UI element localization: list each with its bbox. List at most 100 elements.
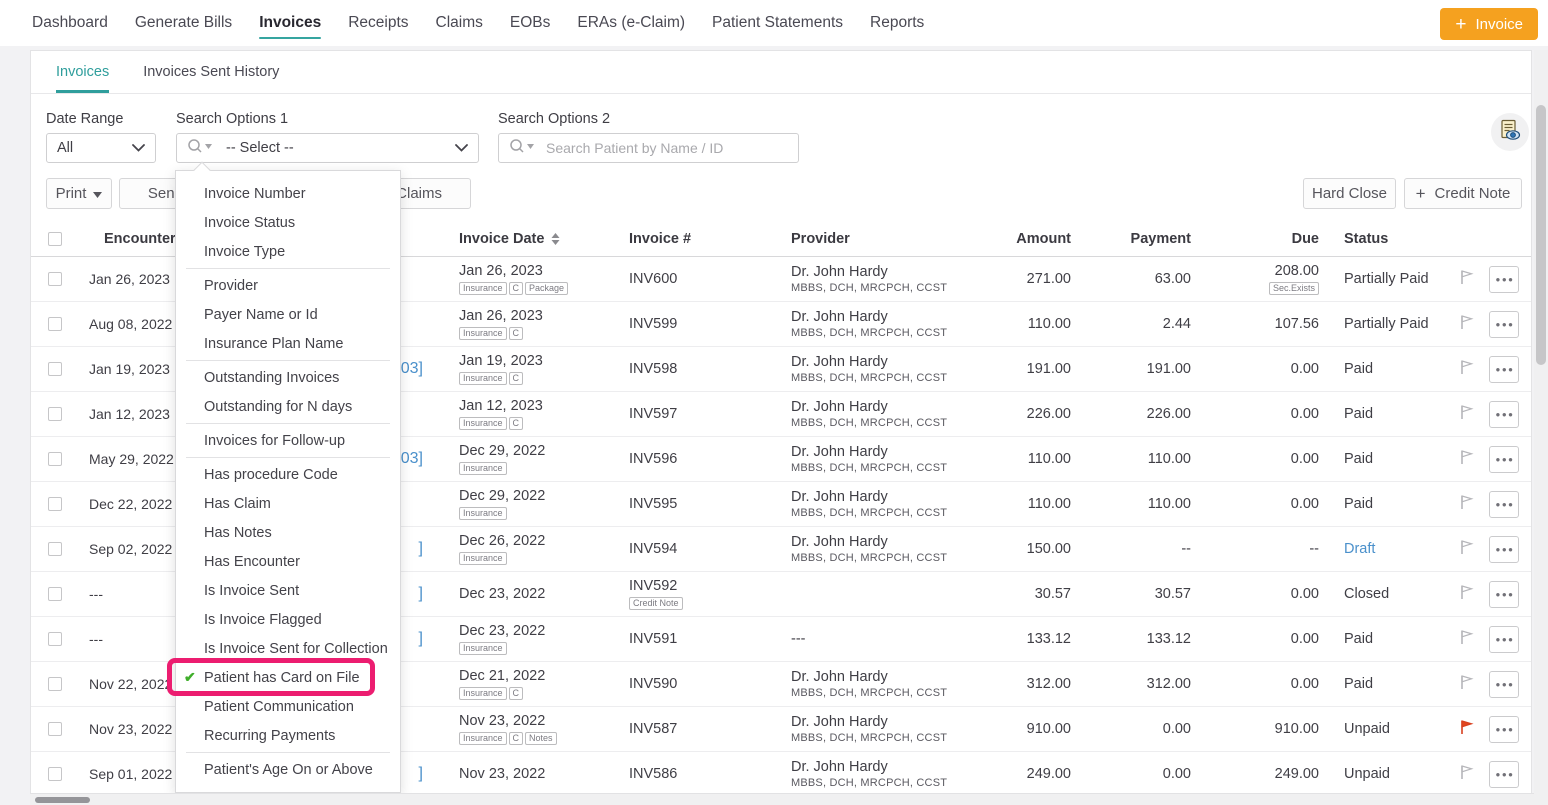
row-checkbox[interactable] — [48, 767, 62, 781]
dropdown-item-label: Has procedure Code — [204, 467, 338, 483]
row-checkbox[interactable] — [48, 317, 62, 331]
header-invoice-date[interactable]: Invoice Date — [429, 231, 599, 247]
row-checkbox[interactable] — [48, 362, 62, 376]
dropdown-item-has-claim[interactable]: Has Claim — [176, 489, 400, 518]
dropdown-item-has-notes[interactable]: Has Notes — [176, 518, 400, 547]
header-invoice-date-label: Invoice Date — [459, 231, 544, 247]
dropdown-item-provider[interactable]: Provider — [176, 271, 400, 300]
flag-icon[interactable] — [1459, 404, 1474, 420]
header-amount[interactable]: Amount — [1011, 231, 1071, 247]
nav-item-eobs[interactable]: EOBs — [510, 0, 550, 46]
dropdown-item-invoice-type[interactable]: Invoice Type — [176, 237, 400, 266]
flag-icon[interactable] — [1459, 494, 1474, 510]
row-actions-button[interactable]: ●●● — [1489, 446, 1519, 473]
document-eye-icon — [1498, 119, 1522, 146]
dropdown-item-outstanding-invoices[interactable]: Outstanding Invoices — [176, 363, 400, 392]
search-options-1-select[interactable]: -- Select -- — [176, 133, 479, 163]
header-due[interactable]: Due — [1191, 231, 1319, 247]
nav-item-dashboard[interactable]: Dashboard — [32, 0, 108, 46]
tab-invoices[interactable]: Invoices — [56, 51, 109, 93]
patient-link[interactable]: ] — [419, 585, 423, 602]
row-checkbox[interactable] — [48, 632, 62, 646]
flag-icon[interactable] — [1459, 269, 1474, 285]
dropdown-item-invoices-for-follow-up[interactable]: Invoices for Follow-up — [176, 426, 400, 455]
flag-icon[interactable] — [1459, 674, 1474, 690]
sort-icon[interactable] — [551, 232, 560, 246]
dropdown-item-insurance-plan-name[interactable]: Insurance Plan Name — [176, 329, 400, 358]
patient-search-input[interactable] — [536, 140, 788, 156]
flag-icon[interactable] — [1459, 539, 1474, 555]
dropdown-item-is-invoice-sent[interactable]: Is Invoice Sent — [176, 576, 400, 605]
row-checkbox[interactable] — [48, 497, 62, 511]
row-actions-button[interactable]: ●●● — [1489, 536, 1519, 563]
patient-link[interactable]: ] — [419, 765, 423, 782]
header-invoice-number[interactable]: Invoice # — [599, 231, 789, 247]
patient-link[interactable]: 03] — [401, 360, 423, 377]
plus-icon: + — [1416, 185, 1426, 202]
dropdown-item-has-procedure-code[interactable]: Has procedure Code — [176, 460, 400, 489]
horizontal-scrollbar-thumb[interactable] — [35, 797, 90, 803]
nav-item-generate-bills[interactable]: Generate Bills — [135, 0, 232, 46]
row-actions-button[interactable]: ●●● — [1489, 311, 1519, 338]
nav-item-claims[interactable]: Claims — [436, 0, 483, 46]
row-checkbox[interactable] — [48, 677, 62, 691]
invoice-preview-settings-button[interactable] — [1491, 113, 1529, 151]
dropdown-item-patient-s-age-on-or-above[interactable]: Patient's Age On or Above — [176, 755, 400, 784]
flag-icon[interactable] — [1459, 584, 1474, 600]
row-checkbox[interactable] — [48, 722, 62, 736]
flag-icon[interactable] — [1459, 314, 1474, 330]
flag-icon[interactable] — [1459, 359, 1474, 375]
header-payment[interactable]: Payment — [1071, 231, 1191, 247]
row-actions-button[interactable]: ●●● — [1489, 626, 1519, 653]
row-actions-button[interactable]: ●●● — [1489, 491, 1519, 518]
row-actions-button[interactable]: ●●● — [1489, 266, 1519, 293]
dropdown-item-is-invoice-sent-for-collection[interactable]: Is Invoice Sent for Collection — [176, 634, 400, 663]
tab-invoices-sent-history[interactable]: Invoices Sent History — [143, 51, 279, 93]
row-actions-button[interactable]: ●●● — [1489, 671, 1519, 698]
row-actions-button[interactable]: ●●● — [1489, 761, 1519, 788]
row-actions-button[interactable]: ●●● — [1489, 356, 1519, 383]
header-status[interactable]: Status — [1319, 231, 1444, 247]
select-all-checkbox[interactable] — [48, 232, 62, 246]
row-checkbox[interactable] — [48, 452, 62, 466]
nav-item-receipts[interactable]: Receipts — [348, 0, 408, 46]
dropdown-item-recurring-payments[interactable]: Recurring Payments — [176, 721, 400, 750]
flag-icon[interactable] — [1459, 764, 1474, 780]
vertical-scrollbar-thumb[interactable] — [1536, 105, 1546, 365]
row-checkbox[interactable] — [48, 272, 62, 286]
dropdown-item-invoice-number[interactable]: Invoice Number — [176, 179, 400, 208]
header-provider[interactable]: Provider — [789, 231, 1011, 247]
row-checkbox[interactable] — [48, 407, 62, 421]
nav-item-invoices[interactable]: Invoices — [259, 0, 321, 46]
nav-item-patient-statements[interactable]: Patient Statements — [712, 0, 843, 46]
nav-item-eras-e-claim[interactable]: ERAs (e-Claim) — [577, 0, 685, 46]
dropdown-item-outstanding-for-n-days[interactable]: Outstanding for N days — [176, 392, 400, 421]
print-button[interactable]: Print — [46, 178, 112, 209]
credit-note-button[interactable]: + Credit Note — [1404, 178, 1522, 209]
row-actions-button[interactable]: ●●● — [1489, 401, 1519, 428]
dropdown-item-is-invoice-flagged[interactable]: Is Invoice Flagged — [176, 605, 400, 634]
dropdown-item-invoice-status[interactable]: Invoice Status — [176, 208, 400, 237]
patient-link[interactable]: ] — [419, 540, 423, 557]
flag-icon[interactable] — [1459, 629, 1474, 645]
patient-link[interactable]: 03] — [401, 450, 423, 467]
flag-icon[interactable] — [1459, 719, 1474, 735]
dropdown-item-payer-name-or-id[interactable]: Payer Name or Id — [176, 300, 400, 329]
dropdown-item-has-encounter[interactable]: Has Encounter — [176, 547, 400, 576]
row-actions-button[interactable]: ●●● — [1489, 716, 1519, 743]
row-actions-button[interactable]: ●●● — [1489, 581, 1519, 608]
date-range-select[interactable]: All — [46, 133, 156, 163]
hard-close-button[interactable]: Hard Close — [1303, 178, 1396, 209]
row-checkbox[interactable] — [48, 587, 62, 601]
new-invoice-button[interactable]: + Invoice — [1440, 8, 1538, 40]
dropdown-item-patient-communication[interactable]: Patient Communication — [176, 692, 400, 721]
header-encounter-date[interactable]: Encounter Date — [89, 231, 189, 247]
row-checkbox[interactable] — [48, 542, 62, 556]
patient-link[interactable]: ] — [419, 630, 423, 647]
invoice-date-text: Dec 21, 2022 — [459, 668, 599, 684]
badge-insurance: Insurance — [459, 552, 507, 565]
dropdown-item-patient-has-card-on-file[interactable]: ✔Patient has Card on File — [176, 663, 400, 692]
nav-item-reports[interactable]: Reports — [870, 0, 924, 46]
flag-icon[interactable] — [1459, 449, 1474, 465]
provider-credentials: MBBS, DCH, MRCPCH, CCST — [791, 416, 1011, 430]
